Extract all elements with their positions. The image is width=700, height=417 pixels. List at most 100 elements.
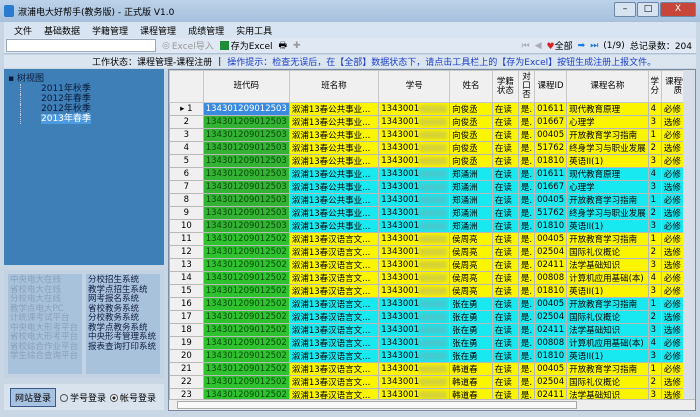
cell-class-code[interactable]: 134301209012503 (202, 154, 290, 168)
menu-grades[interactable]: 成绩管理 (188, 24, 224, 37)
cell-name[interactable]: 侯周亮 (449, 232, 493, 246)
cell-status[interactable]: 在读 (491, 375, 519, 389)
cell-status[interactable]: 在读 (491, 284, 519, 298)
table-row[interactable]: 14 134301209012502 溆浦13春汉语言文... 1343001 侯周亮在… (169, 271, 695, 285)
cell-name[interactable]: 郑涌洲 (449, 219, 493, 233)
cell-student-id[interactable]: 1343001 (378, 102, 451, 116)
table-row[interactable]: 12 134301209012502 溆浦13春汉语言文... 1343001 侯周亮在… (169, 245, 695, 259)
cell-student-id[interactable]: 1343001 (378, 258, 451, 272)
tree-item-2012-autumn[interactable]: 2012年秋季 (20, 104, 160, 114)
table-row[interactable]: 7 134301209012503 溆浦13春公共事业... 1343001 郑涌洲 在读… (169, 180, 695, 194)
table-row[interactable]: 18 134301209012502 溆浦13春汉语言文... 1343001 张在勇在… (169, 323, 695, 337)
cell-credit[interactable]: 2 (647, 141, 662, 155)
cell-course-name[interactable]: 终身学习与职业发展 (566, 141, 649, 155)
table-row[interactable]: 10 134301209012503 溆浦13春公共事业... 1343001 郑涌洲在… (169, 219, 695, 233)
cell-status[interactable]: 在读 (491, 271, 519, 285)
maximize-button[interactable]: □ (637, 2, 659, 17)
cell-class-name[interactable]: 溆浦13春汉语言文... (288, 258, 380, 272)
system-link[interactable]: 报表查询打印系统 (88, 342, 158, 353)
cell-student-id[interactable]: 1343001 (378, 128, 451, 142)
cell-course-id[interactable]: 02504 (534, 245, 568, 259)
cell-course-name[interactable]: 英语II(1) (566, 154, 649, 168)
table-row[interactable]: ▸ 1 134301209012503 溆浦13春公共事业... 1343001 向俊丞… (169, 102, 695, 116)
cell-class-name[interactable]: 溆浦13春汉语言文... (288, 232, 380, 246)
cell-status[interactable]: 在读 (491, 323, 519, 337)
cell-class-code[interactable]: 134301209012503 (202, 102, 290, 116)
table-row[interactable]: 19 134301209012502 溆浦13春汉语言文... 1343001 张在勇在… (169, 336, 695, 350)
cell-status[interactable]: 在读 (491, 102, 519, 116)
cell-course-id[interactable]: 00405 (534, 232, 568, 246)
cell-match-course[interactable]: 是. (517, 336, 536, 350)
row-header[interactable]: 7 (169, 180, 204, 194)
cell-class-name[interactable]: 溆浦13春公共事业... (288, 115, 380, 129)
cell-course-id[interactable]: 02411 (534, 323, 568, 337)
print-icon[interactable]: 🖶 (279, 38, 288, 54)
cell-student-id[interactable]: 1343001 (378, 141, 451, 155)
cell-credit[interactable]: 1 (647, 362, 662, 376)
cell-course-id[interactable]: 00405 (534, 128, 568, 142)
cell-student-id[interactable]: 1343001 (378, 362, 451, 376)
menu-tools[interactable]: 实用工具 (236, 24, 272, 37)
table-row[interactable]: 15 134301209012502 溆浦13春汉语言文... 1343001 侯周亮在… (169, 284, 695, 298)
cell-match-course[interactable]: 是. (517, 154, 536, 168)
cell-status[interactable]: 在读 (491, 219, 519, 233)
cell-class-name[interactable]: 溆浦13春汉语言文... (288, 375, 380, 389)
column-header[interactable]: 学籍状态 (491, 70, 519, 103)
cell-course-name[interactable]: 现代教育原理 (566, 167, 649, 181)
cell-name[interactable]: 向俊丞 (449, 102, 493, 116)
cell-student-id[interactable]: 1343001 (378, 180, 451, 194)
cell-course-name[interactable]: 国际礼仪概论 (566, 245, 649, 259)
cell-course-name[interactable]: 计算机应用基础(本) (566, 271, 649, 285)
cell-class-name[interactable]: 溆浦13春公共事业... (288, 206, 380, 220)
table-row[interactable]: 20 134301209012502 溆浦13春汉语言文... 1343001 张在勇在… (169, 349, 695, 363)
website-login-button[interactable]: 网站登录 (10, 387, 57, 407)
cell-class-name[interactable]: 溆浦13春公共事业... (288, 180, 380, 194)
cell-class-name[interactable]: 溆浦13春汉语言文... (288, 362, 380, 376)
cell-match-course[interactable]: 是. (517, 128, 536, 142)
minimize-button[interactable]: – (614, 2, 636, 17)
cell-match-course[interactable]: 是. (517, 102, 536, 116)
cell-credit[interactable]: 1 (647, 128, 662, 142)
column-header[interactable] (169, 70, 204, 103)
prev-page-icon[interactable]: ◀ (535, 41, 542, 51)
cell-class-name[interactable]: 溆浦13春公共事业... (288, 193, 380, 207)
row-header[interactable]: 8 (169, 193, 204, 207)
cell-student-id[interactable]: 1343001 (378, 232, 451, 246)
cell-class-name[interactable]: 溆浦13春汉语言文... (288, 310, 380, 324)
cell-name[interactable]: 侯周亮 (449, 258, 493, 272)
table-row[interactable]: 9 134301209012503 溆浦13春公共事业... 1343001 郑涌洲 在读… (169, 206, 695, 220)
cell-name[interactable]: 侯周亮 (449, 271, 493, 285)
cell-name[interactable]: 韩道春 (449, 375, 493, 389)
cell-class-name[interactable]: 溆浦13春汉语言文... (288, 323, 380, 337)
tree-item-2013-spring[interactable]: 2013年春季 (41, 114, 91, 124)
cell-name[interactable]: 向俊丞 (449, 141, 493, 155)
cell-match-course[interactable]: 是. (517, 271, 536, 285)
cell-student-id[interactable]: 1343001 (378, 310, 451, 324)
cell-class-name[interactable]: 溆浦13春汉语言文... (288, 349, 380, 363)
cell-match-course[interactable]: 是. (517, 349, 536, 363)
cell-status[interactable]: 在读 (491, 349, 519, 363)
horizontal-scrollbar[interactable] (169, 399, 695, 410)
row-header[interactable]: 22 (169, 375, 204, 389)
cell-class-name[interactable]: 溆浦13春汉语言文... (288, 271, 380, 285)
row-header[interactable]: 19 (169, 336, 204, 350)
cell-credit[interactable]: 3 (647, 219, 662, 233)
cell-course-id[interactable]: 01810 (534, 154, 568, 168)
cell-class-code[interactable]: 134301209012502 (202, 349, 290, 363)
table-row[interactable]: 4 134301209012503 溆浦13春公共事业... 1343001 向俊丞 在读… (169, 141, 695, 155)
cell-match-course[interactable]: 是. (517, 258, 536, 272)
cell-name[interactable]: 韩道春 (449, 362, 493, 376)
cell-credit[interactable]: 4 (647, 167, 662, 181)
cell-name[interactable]: 郑涌洲 (449, 167, 493, 181)
column-header[interactable]: 姓名 (449, 70, 493, 103)
row-header[interactable]: 16 (169, 297, 204, 311)
table-row[interactable]: 5 134301209012503 溆浦13春公共事业... 1343001 向俊丞 在读… (169, 154, 695, 168)
cell-course-id[interactable]: 01667 (534, 180, 568, 194)
cell-status[interactable]: 在读 (491, 362, 519, 376)
table-row[interactable]: 17 134301209012502 溆浦13春汉语言文... 1343001 张在勇在… (169, 310, 695, 324)
cell-name[interactable]: 郑涌洲 (449, 180, 493, 194)
cell-student-id[interactable]: 1343001 (378, 271, 451, 285)
cell-credit[interactable]: 2 (647, 375, 662, 389)
cell-student-id[interactable]: 1343001 (378, 154, 451, 168)
cell-status[interactable]: 在读 (491, 167, 519, 181)
